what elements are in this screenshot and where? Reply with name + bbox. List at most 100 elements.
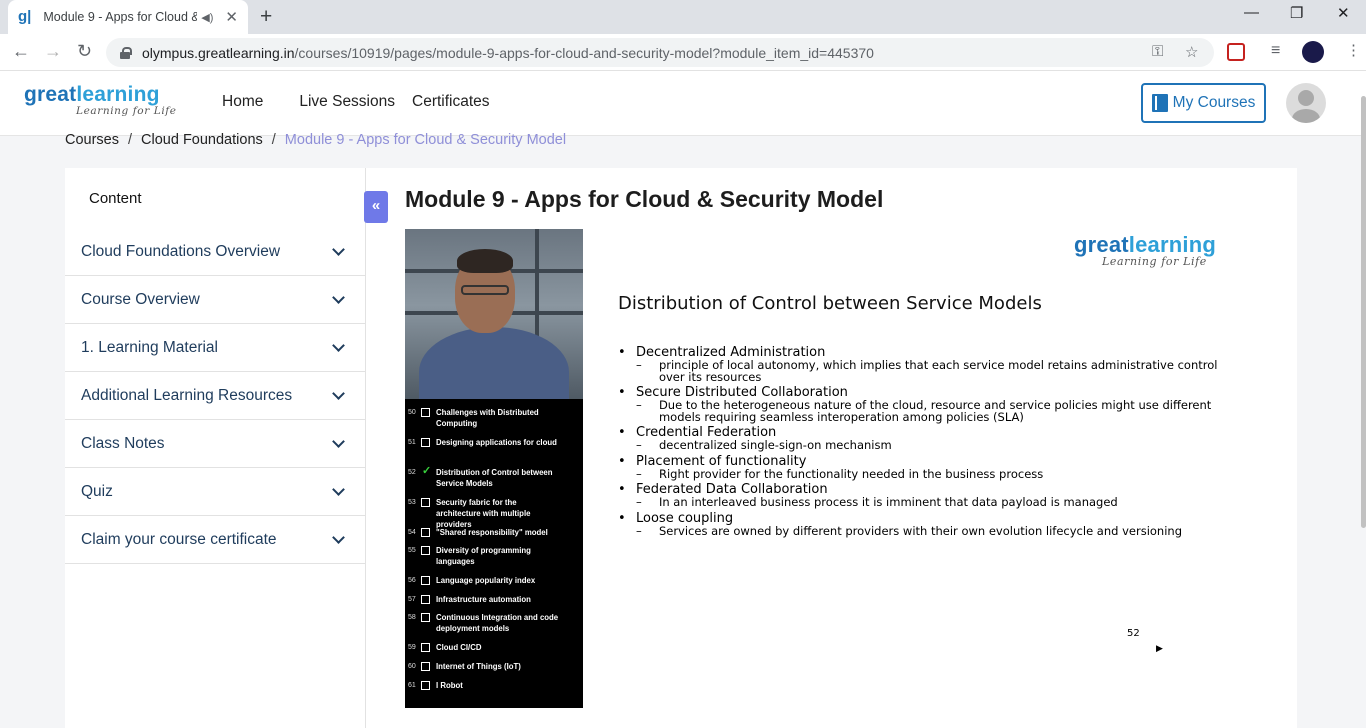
speaker-icon[interactable]: ◀): [201, 11, 213, 24]
sidebar-item-class-notes[interactable]: Class Notes: [65, 420, 365, 468]
slide-sub-bullet: – Services are owned by different provide…: [618, 523, 1218, 538]
agenda-item-number: 56: [408, 577, 416, 584]
agenda-item-text: Infrastructure automation: [436, 595, 531, 604]
agenda-item-number: 54: [408, 529, 416, 536]
bullet-dash: –: [636, 523, 642, 538]
close-tab-icon[interactable]: ✕: [225, 8, 238, 26]
agenda-item-text: Designing applications for cloud: [436, 438, 557, 447]
slide-sub-bullet-text: decentralized single-sign-on mechanism: [658, 438, 892, 452]
lecture-slide: greatlearning Learning for Life Distribu…: [583, 229, 1257, 708]
minimize-icon[interactable]: —: [1244, 4, 1259, 21]
agenda-item-text: Internet of Things (IoT): [436, 662, 521, 671]
logo-learning: learning: [76, 83, 160, 106]
close-window-icon[interactable]: ✕: [1337, 4, 1350, 22]
url-text[interactable]: olympus.greatlearning.in/courses/10919/p…: [142, 45, 874, 61]
collapse-sidebar-button[interactable]: «: [364, 191, 388, 223]
slide-logo-tagline: Learning for Life: [1102, 255, 1207, 268]
key-icon[interactable]: ⚿: [1152, 43, 1163, 60]
menu-kebab-icon[interactable]: ⋮: [1346, 41, 1361, 59]
nav-home[interactable]: Home: [222, 93, 263, 111]
checkbox-icon: [421, 613, 430, 622]
forward-arrow-icon[interactable]: →: [44, 41, 62, 62]
browser-tab[interactable]: g| Module 9 - Apps for Cloud & ◀) ✕: [8, 0, 248, 34]
sidebar-item-label: Claim your course certificate: [81, 530, 277, 548]
slide-sub-bullet: – In an interleaved business process it i…: [618, 495, 1218, 509]
slide-sub-bullet: – decentralized single-sign-on mechanism: [618, 438, 1218, 452]
sidebar-item-label: Quiz: [81, 482, 113, 500]
sidebar-item-label: Class Notes: [81, 434, 165, 452]
checkbox-icon: [421, 528, 430, 537]
agenda-item-number: 58: [408, 614, 416, 621]
nav-certificates[interactable]: Certificates: [412, 93, 490, 111]
media-control-icon[interactable]: ≡: [1271, 42, 1280, 60]
checkbox-icon: [421, 662, 430, 671]
agenda-item-number: 57: [408, 596, 416, 603]
profile-icon[interactable]: [1302, 41, 1324, 63]
agenda-item: 57 Infrastructure automation: [408, 594, 561, 605]
agenda-item-number: 61: [408, 682, 416, 689]
agenda-item-text: Continuous Integration and code deployme…: [436, 613, 559, 633]
nav-live-sessions[interactable]: Live Sessions: [299, 93, 395, 111]
breadcrumb: Courses / Cloud Foundations / Module 9 - App…: [65, 132, 566, 148]
page-scrollbar[interactable]: [1361, 96, 1366, 528]
sidebar-item-cloud-foundations-overview[interactable]: Cloud Foundations Overview: [65, 228, 365, 276]
sidebar-title: Content: [89, 190, 142, 207]
agenda-item-text: Distribution of Control between Service …: [436, 468, 553, 488]
checkbox-icon: [421, 681, 430, 690]
slide-logo-great: great: [1074, 232, 1129, 257]
sidebar-list: Cloud Foundations Overview Course Overvi…: [65, 228, 365, 564]
reload-icon[interactable]: ↻: [77, 41, 92, 62]
agenda-item-number: 52: [408, 469, 416, 476]
url-host: olympus.greatlearning.in: [142, 44, 295, 61]
tab-title: Module 9 - Apps for Cloud &: [43, 10, 198, 24]
lock-icon[interactable]: [120, 46, 132, 59]
greatlearning-logo[interactable]: greatlearning Learning for Life: [24, 83, 177, 117]
chevron-down-icon: [332, 339, 345, 352]
star-icon[interactable]: ☆: [1185, 43, 1198, 61]
my-courses-button[interactable]: My Courses: [1141, 83, 1266, 123]
sidebar-item-learning-material[interactable]: 1. Learning Material: [65, 324, 365, 372]
breadcrumb-courses[interactable]: Courses: [65, 132, 119, 148]
browser-tabstrip: g| Module 9 - Apps for Cloud & ◀) ✕ + — …: [0, 0, 1366, 34]
slide-page-number: 52: [1127, 628, 1140, 639]
bullet-dot: •: [618, 385, 626, 400]
new-tab-button[interactable]: +: [260, 5, 272, 29]
slide-logo-learning: learning: [1128, 232, 1216, 257]
sidebar-item-course-overview[interactable]: Course Overview: [65, 276, 365, 324]
breadcrumb-cloud-foundations[interactable]: Cloud Foundations: [141, 132, 263, 148]
agenda-item: 51 Designing applications for cloud: [408, 437, 561, 448]
lecture-video-player[interactable]: 50 Challenges with Distributed Computing 5…: [405, 229, 1257, 708]
extension-icon[interactable]: [1227, 43, 1245, 61]
presenter-video-feed: [405, 229, 583, 399]
restore-icon[interactable]: ❐: [1290, 4, 1303, 22]
sidebar-item-quiz[interactable]: Quiz: [65, 468, 365, 516]
agenda-item-text: Language popularity index: [436, 576, 536, 585]
back-arrow-icon[interactable]: ←: [12, 41, 30, 62]
agenda-item: 56 Language popularity index: [408, 575, 561, 586]
browser-toolbar: ← → ↻ olympus.greatlearning.in/courses/1…: [0, 34, 1366, 71]
breadcrumb-current: Module 9 - Apps for Cloud & Security Mod…: [284, 132, 567, 148]
avatar[interactable]: [1286, 83, 1326, 123]
bullet-dot: •: [618, 510, 626, 526]
chevron-down-icon: [332, 291, 345, 304]
slide-sub-bullet-text: Due to the heterogeneous nature of the c…: [658, 398, 1212, 424]
agenda-item: 53 Security fabric for the architecture w…: [408, 497, 561, 530]
content-sidebar: Content Cloud Foundations Overview Cours…: [65, 168, 366, 728]
sidebar-item-claim-certificate[interactable]: Claim your course certificate: [65, 516, 365, 564]
page-title: Module 9 - Apps for Cloud & Security Mod…: [405, 186, 884, 212]
agenda-item-number: 59: [408, 644, 416, 651]
slide-sub-bullet-text: principle of local autonomy, which impli…: [658, 358, 1218, 384]
slide-bullets: • Decentralized Administration – principle …: [618, 345, 1218, 539]
sidebar-item-label: Additional Learning Resources: [81, 386, 293, 404]
address-bar[interactable]: olympus.greatlearning.in/courses/10919/p…: [106, 38, 1214, 67]
slide-sub-bullet: – Due to the heterogeneous nature of the …: [618, 398, 1218, 424]
sidebar-item-additional-learning-resources[interactable]: Additional Learning Resources: [65, 372, 365, 420]
agenda-item-number: 55: [408, 547, 416, 554]
agenda-item: 59 Cloud CI/CD: [408, 642, 561, 653]
bullet-dash: –: [636, 495, 642, 509]
checkbox-icon: [421, 546, 430, 555]
bullet-dot: •: [618, 345, 626, 360]
chevron-down-icon: [332, 483, 345, 496]
bullet-dot: •: [618, 482, 626, 497]
checkbox-icon: [421, 408, 430, 417]
